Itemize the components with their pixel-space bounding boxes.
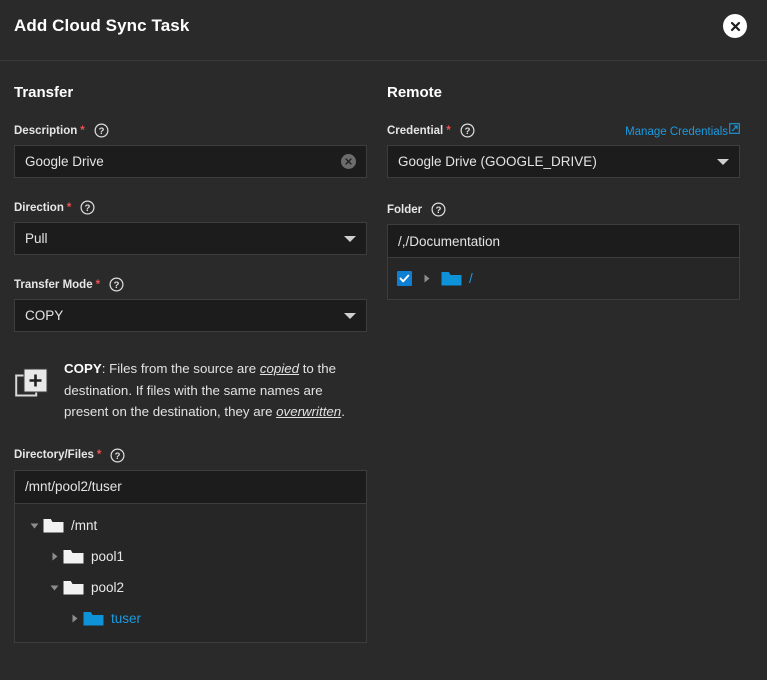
credential-field-group: Credential * ? Manage Credentials xyxy=(387,123,740,178)
folder-label: Folder ? xyxy=(387,202,740,217)
credential-select-value: Google Drive (GOOGLE_DRIVE) xyxy=(398,154,711,169)
direction-select[interactable]: Pull xyxy=(14,222,367,255)
tree-item-label: pool2 xyxy=(91,580,124,595)
help-icon[interactable]: ? xyxy=(431,202,446,217)
description-label: Description * ? xyxy=(14,123,367,138)
description-label-text: Description xyxy=(14,124,77,138)
tree-item-pool2[interactable]: pool2 xyxy=(15,572,366,603)
folder-tree-body: / xyxy=(388,258,739,299)
transfer-mode-select-value: COPY xyxy=(25,308,338,323)
svg-text:?: ? xyxy=(464,126,470,137)
mode-title: COPY xyxy=(64,361,102,376)
transfer-mode-description-text: COPY: Files from the source are copied t… xyxy=(64,358,367,423)
help-icon[interactable]: ? xyxy=(80,200,95,215)
transfer-mode-label: Transfer Mode * ? xyxy=(14,277,367,292)
chevron-down-icon xyxy=(344,313,356,319)
folder-icon xyxy=(441,270,463,287)
folder-field-group: Folder ? /,/Documentation / xyxy=(387,202,740,300)
page-title: Add Cloud Sync Task xyxy=(14,16,189,36)
chevron-right-icon[interactable] xyxy=(417,273,435,284)
folder-label-text: Folder xyxy=(387,203,422,217)
folder-path-input[interactable]: /,/Documentation xyxy=(388,225,739,258)
manage-credentials-link[interactable]: Manage Credentials xyxy=(625,126,740,138)
transfer-mode-select[interactable]: COPY xyxy=(14,299,367,332)
description-input-value: Google Drive xyxy=(25,154,341,169)
directory-files-tree: /mnt/pool2/tuser /mnt pool1 pool2 tuser xyxy=(14,470,367,643)
direction-select-value: Pull xyxy=(25,231,338,246)
mode-text-1: : Files from the source are xyxy=(102,361,260,376)
transfer-mode-label-text: Transfer Mode xyxy=(14,278,93,292)
tree-item-mnt[interactable]: /mnt xyxy=(15,510,366,541)
clear-icon[interactable] xyxy=(341,154,356,169)
directory-files-path-input[interactable]: /mnt/pool2/tuser xyxy=(15,471,366,504)
mode-text-3: . xyxy=(341,404,345,419)
required-marker: * xyxy=(97,448,101,462)
transfer-mode-field-group: Transfer Mode * ? COPY xyxy=(14,277,367,332)
directory-files-label: Directory/Files * ? xyxy=(14,448,367,463)
help-icon[interactable]: ? xyxy=(110,448,125,463)
required-marker: * xyxy=(446,124,450,138)
directory-files-tree-body: /mnt pool1 pool2 tuser xyxy=(15,504,366,642)
remote-column: Remote Credential * ? Manage Credentials xyxy=(387,61,740,300)
folder-tree: /,/Documentation / xyxy=(387,224,740,300)
folder-tree-item-root[interactable]: / xyxy=(388,263,739,294)
required-marker: * xyxy=(67,201,71,215)
direction-field-group: Direction * ? Pull xyxy=(14,200,367,255)
folder-path-value: /,/Documentation xyxy=(398,234,500,249)
manage-credentials-label: Manage Credentials xyxy=(625,126,728,138)
svg-text:?: ? xyxy=(114,280,120,291)
folder-checkbox[interactable] xyxy=(397,271,412,286)
external-link-icon xyxy=(729,123,740,134)
chevron-down-icon xyxy=(344,236,356,242)
mode-em-1: copied xyxy=(260,361,299,376)
directory-files-label-text: Directory/Files xyxy=(14,448,94,462)
tree-item-label: tuser xyxy=(111,611,141,626)
transfer-column: Transfer Description * ? Google Drive xyxy=(14,61,367,643)
folder-tree-item-label: / xyxy=(469,271,473,286)
credential-label-row: Credential * ? Manage Credentials xyxy=(387,123,740,145)
chevron-down-icon xyxy=(717,159,729,165)
close-icon xyxy=(729,20,742,33)
direction-label-text: Direction xyxy=(14,201,64,215)
transfer-mode-description: COPY: Files from the source are copied t… xyxy=(14,358,367,423)
tree-item-tuser[interactable]: tuser xyxy=(15,603,366,634)
description-input[interactable]: Google Drive xyxy=(14,145,367,178)
folder-icon xyxy=(63,579,85,596)
required-marker: * xyxy=(96,278,100,292)
folder-icon xyxy=(43,517,65,534)
folder-icon xyxy=(63,548,85,565)
chevron-down-icon[interactable] xyxy=(25,520,43,531)
chevron-down-icon[interactable] xyxy=(45,582,63,593)
tree-item-pool1[interactable]: pool1 xyxy=(15,541,366,572)
directory-files-path-value: /mnt/pool2/tuser xyxy=(25,479,122,494)
tree-item-label: /mnt xyxy=(71,518,97,533)
chevron-right-icon[interactable] xyxy=(45,551,63,562)
mode-em-2: overwritten xyxy=(276,404,341,419)
transfer-heading: Transfer xyxy=(14,84,367,101)
dialog-titlebar: Add Cloud Sync Task xyxy=(0,0,767,61)
required-marker: * xyxy=(80,124,84,138)
svg-text:?: ? xyxy=(98,126,104,137)
folder-icon xyxy=(83,610,105,627)
credential-label-text: Credential xyxy=(387,124,443,138)
directory-files-field-group: Directory/Files * ? /mnt/pool2/tuser /mn… xyxy=(14,448,367,643)
credential-label: Credential * ? xyxy=(387,123,475,138)
dialog-body: Transfer Description * ? Google Drive xyxy=(0,61,767,680)
help-icon[interactable]: ? xyxy=(460,123,475,138)
chevron-right-icon[interactable] xyxy=(65,613,83,624)
credential-select[interactable]: Google Drive (GOOGLE_DRIVE) xyxy=(387,145,740,178)
close-button[interactable] xyxy=(723,14,747,38)
svg-text:?: ? xyxy=(436,205,442,216)
description-field-group: Description * ? Google Drive xyxy=(14,123,367,178)
svg-text:?: ? xyxy=(85,203,91,214)
help-icon[interactable]: ? xyxy=(94,123,109,138)
remote-heading: Remote xyxy=(387,84,740,101)
svg-text:?: ? xyxy=(115,451,121,462)
tree-item-label: pool1 xyxy=(91,549,124,564)
direction-label: Direction * ? xyxy=(14,200,367,215)
copy-add-icon xyxy=(14,366,54,402)
help-icon[interactable]: ? xyxy=(109,277,124,292)
